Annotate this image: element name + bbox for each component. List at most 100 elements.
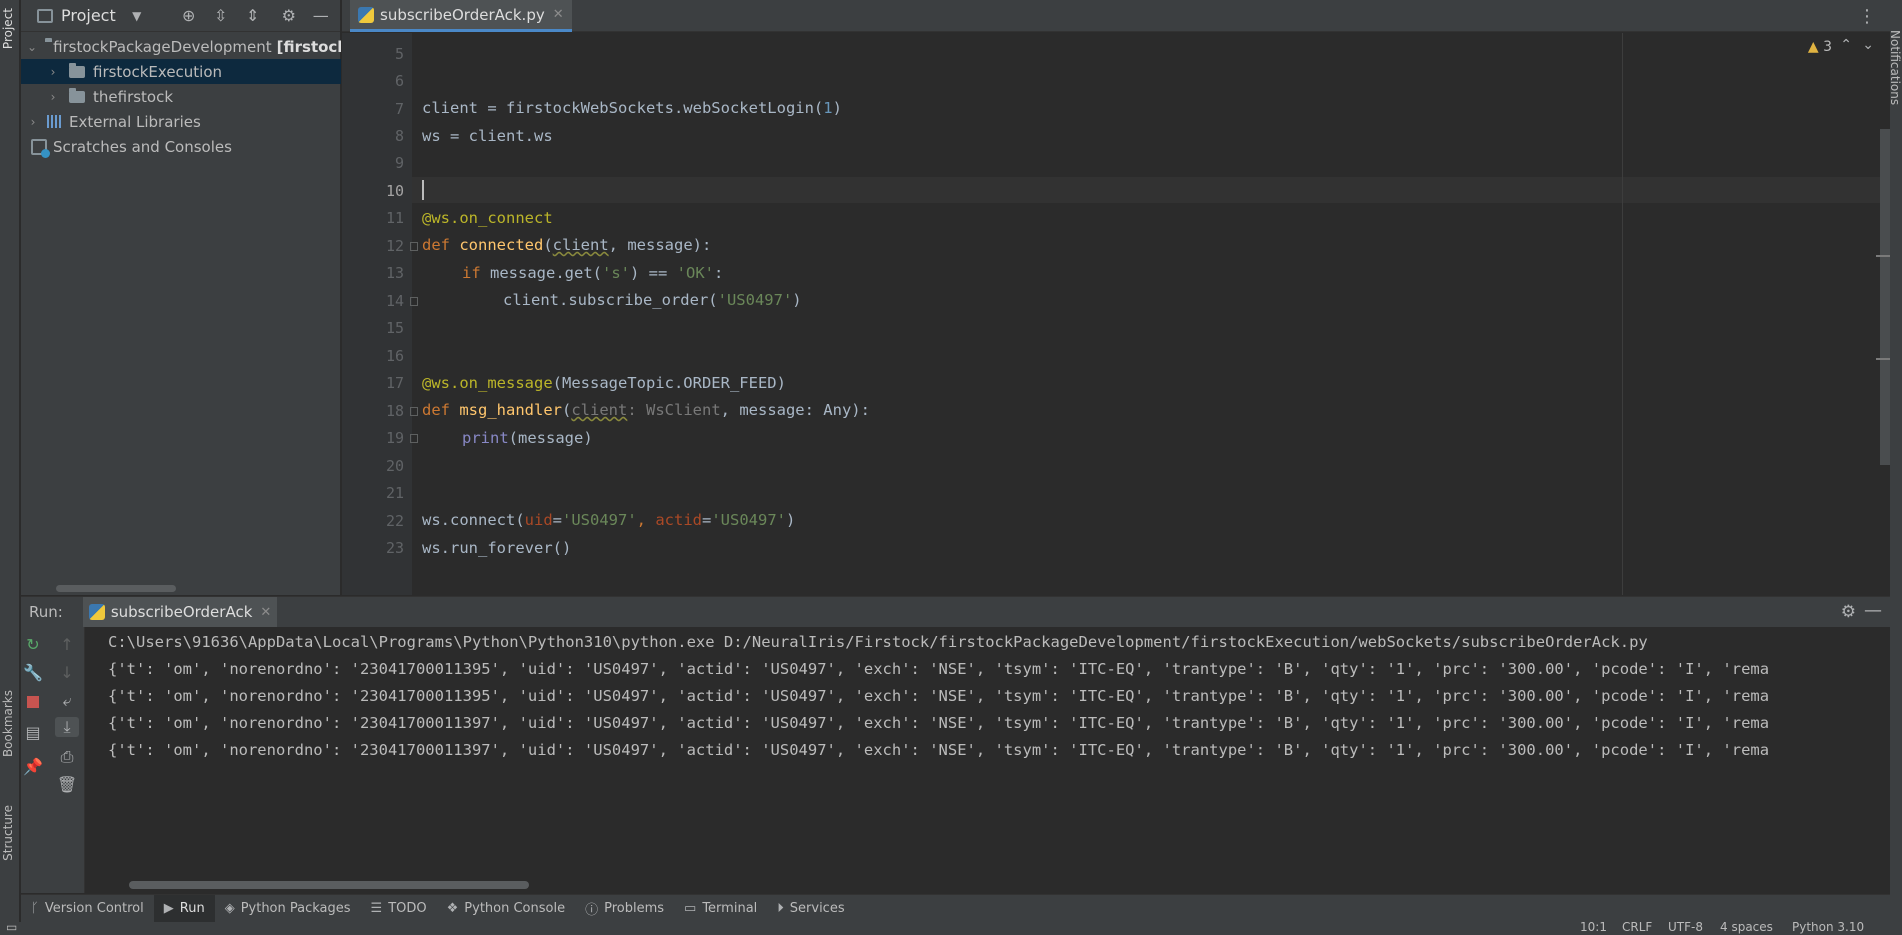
run-icon: ▶ [163,901,174,916]
tab-subscribeOrderAck[interactable]: subscribeOrderAck.py ✕ [350,0,572,32]
trash-icon[interactable]: 🗑 [55,775,79,794]
project-toolbar: Project ▼ ⊕ ⇳ ⇕ ⚙ — [21,0,340,32]
run-header: Run: subscribeOrderAck ✕ ⚙ — [21,597,1890,627]
fold-marker-icon[interactable] [410,434,418,443]
stop-icon[interactable] [21,693,45,712]
fold-marker-icon[interactable] [410,407,418,416]
structure-tool-window-button[interactable]: Structure [1,805,15,861]
print-icon[interactable]: ⎙ [55,747,79,767]
tree-item-root-project[interactable]: ⌄ firstockPackageDevelopment [firstockP [21,34,341,59]
bookmarks-tool-window-button[interactable]: Bookmarks [1,690,15,757]
expand-all-icon[interactable]: ⇳ [212,6,230,25]
line-separator[interactable]: CRLF [1622,922,1652,934]
problems-button[interactable]: ⓘ Problems [575,895,674,923]
rerun-icon[interactable]: ↻ [21,635,45,654]
python-interpreter[interactable]: Python 3.10 [1792,922,1864,934]
line-number: 17 [385,374,404,392]
layout-icon[interactable]: ▤ [21,723,45,742]
arrow-up-icon[interactable]: ↑ [55,635,79,654]
run-button[interactable]: ▶ Run [153,894,215,923]
tree-item-label: External Libraries [69,112,201,131]
scroll-to-end-icon[interactable]: ⤓ [55,717,79,737]
tree-item-external-libraries[interactable]: › External Libraries [21,109,341,134]
minimize-icon[interactable]: — [312,6,330,25]
python-console-icon: ❖ [446,901,459,916]
terminal-button[interactable]: ▭ Terminal [674,895,767,923]
right-margin-guide [1622,33,1623,595]
python-file-icon [358,6,374,23]
tree-item-firstockExecution[interactable]: › firstockExecution [21,59,341,84]
tree-item-label: firstockExecution [93,62,223,81]
notifications-tool-window-button[interactable]: Notifications [1888,30,1902,105]
services-button[interactable]: ⏵ Services [767,895,854,923]
python-packages-button[interactable]: ◈ Python Packages [215,895,361,923]
folder-icon [69,62,85,78]
todo-icon: ☰ [370,901,383,916]
status-bar: ▭ 10:1 CRLF UTF-8 4 spaces Python 3.10 [0,922,1902,935]
branch-icon: ᚴ [31,901,39,916]
chevron-up-icon[interactable]: ⌃ [1840,37,1852,53]
line-number: 5 [394,45,404,63]
code-line-22: ws.connect(uid='US0497', actid='US0497') [422,511,796,529]
python-file-icon [88,604,105,620]
chevron-down-icon[interactable]: ⌄ [27,40,37,54]
minimize-icon[interactable]: — [1864,600,1882,621]
indent-setting[interactable]: 4 spaces [1720,922,1773,934]
fold-marker-icon[interactable] [410,297,418,306]
right-tool-strip: Notifications [1888,0,1902,935]
gear-icon[interactable]: ⚙ [280,6,298,25]
console-line: {'t': 'om', 'norenordno': '2304170001139… [108,741,1770,759]
code-line-7: client = firstockWebSockets.webSocketLog… [422,99,842,117]
inspection-warnings-badge[interactable]: ▲ 3 [1808,39,1832,55]
line-number: 22 [385,512,404,530]
line-number: 8 [394,127,404,145]
console-horizontal-scrollbar[interactable] [129,881,529,889]
soft-wrap-icon[interactable]: ⤶ [55,691,79,711]
python-console-button[interactable]: ❖ Python Console [437,895,575,923]
code-editor[interactable]: 5 6 7 8 9 10 11 12 13 14 15 16 17 18 19 … [342,33,1890,595]
close-icon[interactable]: ✕ [260,605,271,620]
run-tool-window: Run: subscribeOrderAck ✕ ⚙ — ↻ 🔧 ▤ 📌 ↑ ↓… [21,596,1890,893]
gear-icon[interactable]: ⚙ [1841,602,1856,622]
tree-item-scratches[interactable]: Scratches and Consoles [21,134,341,159]
run-tab-subscribeOrderAck[interactable]: subscribeOrderAck ✕ [82,597,278,627]
chevron-right-icon[interactable]: › [27,115,39,129]
code-line-11: @ws.on_connect [422,209,553,227]
locate-icon[interactable]: ⊕ [180,6,198,25]
chevron-right-icon[interactable]: › [47,65,59,79]
line-number: 20 [385,457,404,475]
chevron-down-icon[interactable]: ▼ [128,9,146,23]
line-number: 9 [394,154,404,172]
run-tab-label: subscribeOrderAck [110,603,253,621]
status-left-icon[interactable]: ▭ [6,922,17,934]
run-label: Run: [29,603,63,621]
console-output[interactable]: C:\Users\91636\AppData\Local\Programs\Py… [85,627,1890,893]
arrow-down-icon[interactable]: ↓ [55,663,79,682]
more-vertical-icon[interactable]: ⋮ [1858,6,1876,27]
pin-icon[interactable]: 📌 [21,757,45,776]
current-line-highlight [412,177,1890,203]
tab-label: subscribeOrderAck.py [380,5,545,24]
editor-vertical-scrollbar[interactable] [1880,129,1890,465]
chevron-down-icon[interactable]: ⌄ [1862,37,1874,53]
project-horizontal-scrollbar[interactable] [56,585,176,592]
project-view-selector[interactable]: Project [61,6,116,25]
wrench-icon[interactable]: 🔧 [21,663,45,682]
file-encoding[interactable]: UTF-8 [1668,922,1703,934]
editor-tab-bar: subscribeOrderAck.py ✕ ⋮ [342,0,1890,32]
caret-position[interactable]: 10:1 [1580,922,1607,934]
chevron-right-icon[interactable]: › [47,90,59,104]
tree-item-thefirstock[interactable]: › thefirstock [21,84,341,109]
todo-button[interactable]: ☰ TODO [361,895,437,923]
project-tool-window-button[interactable]: Project [1,8,15,49]
version-control-button[interactable]: ᚴ Version Control [21,895,154,923]
line-number: 16 [385,347,404,365]
collapse-all-icon[interactable]: ⇕ [244,6,262,25]
code-line-18: def msg_handler(client: WsClient, messag… [422,401,870,419]
line-number: 21 [385,484,404,502]
project-view-icon [37,8,53,23]
fold-marker-icon[interactable] [410,242,418,251]
services-icon: ⏵ [777,901,784,916]
close-icon[interactable]: ✕ [553,7,564,22]
line-number: 14 [385,292,404,310]
